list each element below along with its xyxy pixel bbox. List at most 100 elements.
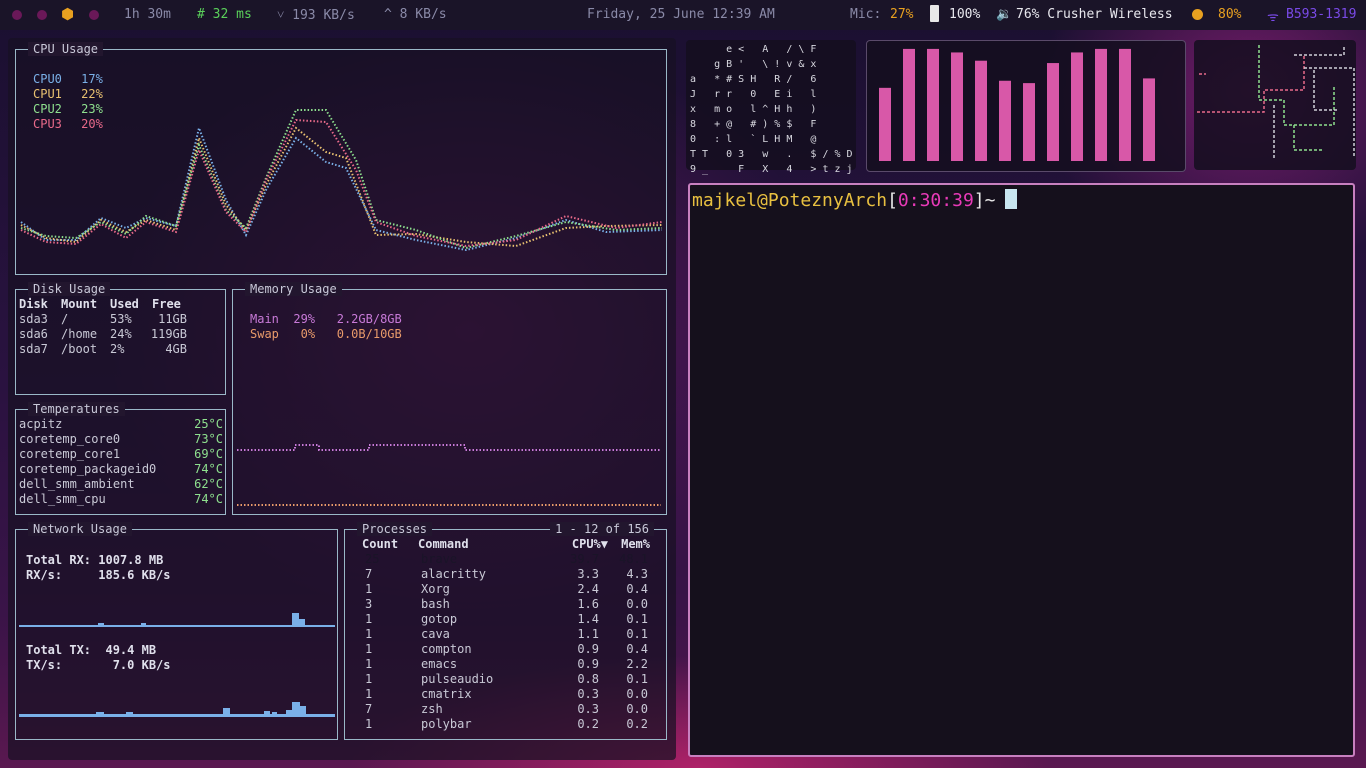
datetime: Friday, 25 June 12:39 AM bbox=[587, 7, 775, 22]
process-count: 3 bbox=[365, 597, 373, 611]
process-count: 1 bbox=[365, 687, 373, 701]
sensor-value: 69°C bbox=[194, 447, 223, 461]
sensor-value: 74°C bbox=[194, 492, 223, 506]
sensor-name: dell_smm_cpu bbox=[19, 492, 106, 506]
prompt-path: ~ bbox=[984, 190, 996, 211]
process-col-header: Mem% bbox=[621, 537, 650, 551]
mic-value[interactable]: 27% bbox=[890, 7, 913, 22]
upload-rate: ^ 8 KB/s bbox=[384, 7, 447, 22]
cpu-core-name: CPU2 bbox=[33, 102, 62, 116]
cpu-core-name: CPU3 bbox=[33, 117, 62, 131]
process-command: alacritty bbox=[421, 567, 487, 581]
pipes-art bbox=[1197, 45, 1355, 158]
network-sparklines bbox=[19, 613, 335, 717]
volume-icon[interactable]: 🔉 bbox=[996, 7, 1012, 22]
cpu-core-name: CPU1 bbox=[33, 87, 62, 101]
process-cpu: 3.3 bbox=[577, 567, 599, 581]
process-cpu: 0.9 bbox=[577, 642, 599, 656]
ping: # 32 ms bbox=[197, 7, 252, 22]
cava-bar bbox=[951, 52, 963, 161]
sensor-name: acpitz bbox=[19, 417, 63, 431]
process-mem: 2.2 bbox=[626, 657, 648, 671]
sensor-value: 73°C bbox=[194, 432, 223, 446]
prompt-user: majkel@PoteznyArch bbox=[692, 190, 888, 211]
process-mem: 4.3 bbox=[626, 567, 648, 581]
disk-used: 53% bbox=[110, 312, 132, 326]
terminal-window[interactable]: majkel@PoteznyArch[0:30:39]~ bbox=[688, 183, 1355, 757]
memory-panel: Memory Usage Main 29% 2.2GB/8GB Swap 0% … bbox=[232, 282, 667, 515]
process-mem: 0.0 bbox=[626, 702, 648, 716]
process-col-header: Count bbox=[362, 537, 399, 551]
process-command: zsh bbox=[421, 702, 443, 716]
disk-used: 24% bbox=[110, 327, 132, 341]
process-command: gotop bbox=[421, 612, 458, 626]
process-mem: 0.1 bbox=[626, 627, 648, 641]
cpu-legend-item: CPU2 23% bbox=[33, 102, 103, 117]
process-cpu: 1.1 bbox=[577, 627, 599, 641]
cava-bar bbox=[1023, 83, 1035, 161]
process-count: 1 bbox=[365, 627, 373, 641]
sensor-name: dell_smm_ambient bbox=[19, 477, 135, 491]
process-count: 1 bbox=[365, 612, 373, 626]
disk-free: 4GB bbox=[165, 342, 187, 356]
cava-visualizer bbox=[879, 48, 1155, 162]
workspace-dot-4[interactable] bbox=[89, 10, 99, 20]
disk-mount: / bbox=[61, 312, 69, 326]
cava-bar bbox=[1119, 48, 1131, 161]
process-command: polybar bbox=[421, 717, 472, 731]
cava-bar bbox=[903, 48, 915, 161]
cpu-core-value: 23% bbox=[81, 102, 103, 116]
process-mem: 48.1 bbox=[619, 552, 648, 566]
cpu-core-value: 22% bbox=[81, 87, 103, 101]
process-command: brave bbox=[421, 552, 458, 566]
cava-bar bbox=[927, 48, 939, 161]
process-mem: 0.0 bbox=[626, 597, 648, 611]
processes-range: 1 - 12 of 156 bbox=[550, 522, 654, 536]
process-col-header: Command bbox=[418, 537, 469, 551]
download-rate: ˅ 193 KB/s bbox=[277, 8, 355, 23]
process-cpu: 2.4 bbox=[577, 582, 599, 596]
top-bar: ⬢ 1h 30m # 32 ms ˅ 193 KB/s ^ 8 KB/s Fri… bbox=[0, 0, 1366, 30]
disk-mount: /home bbox=[61, 327, 98, 341]
disk-col-header: Disk bbox=[19, 297, 48, 311]
disk-name: sda3 bbox=[19, 312, 48, 326]
process-count: 25 bbox=[365, 552, 380, 566]
process-cpu: 1.4 bbox=[577, 612, 599, 626]
disk-title: Disk Usage bbox=[28, 282, 111, 296]
battery-value: 100% bbox=[949, 7, 981, 22]
process-count: 1 bbox=[365, 582, 373, 596]
cpu-panel: CPU Usage CPU0 17% CPU1 22% CPU2 23% CPU3 2… bbox=[15, 42, 667, 275]
pipes-window bbox=[1194, 40, 1356, 170]
process-count: 1 bbox=[365, 642, 373, 656]
cava-bar bbox=[975, 60, 987, 162]
process-command: cava bbox=[421, 627, 450, 641]
process-command: cmatrix bbox=[421, 687, 472, 701]
processes-title: Processes bbox=[357, 522, 433, 536]
workspace-dot-2[interactable] bbox=[37, 10, 47, 20]
process-cpu: 0.9 bbox=[577, 657, 599, 671]
workspace-dot-1[interactable] bbox=[12, 10, 22, 20]
process-count: 7 bbox=[365, 567, 373, 581]
workspace-active-icon[interactable]: ⬢ bbox=[61, 5, 74, 23]
disk-col-header: Free bbox=[152, 297, 181, 311]
process-command: bash bbox=[421, 597, 450, 611]
prompt-time: 0:30:39 bbox=[897, 190, 974, 211]
process-mem: 0.0 bbox=[626, 687, 648, 701]
volume-value[interactable]: 76% Crusher Wireless bbox=[1016, 7, 1173, 22]
cava-bar bbox=[1143, 78, 1155, 161]
cpu-core-name: CPU0 bbox=[33, 72, 62, 86]
prompt-close-bracket: ] bbox=[973, 190, 985, 211]
disk-col-header: Used bbox=[110, 297, 139, 311]
process-count: 1 bbox=[365, 672, 373, 686]
disk-col-header: Mount bbox=[61, 297, 98, 311]
cpu-legend-item: CPU0 17% bbox=[33, 72, 103, 87]
brightness-value[interactable]: 80% bbox=[1218, 7, 1241, 22]
wifi-name[interactable]: B593-1319 bbox=[1286, 7, 1356, 22]
wifi-icon: ᯤ bbox=[1267, 10, 1279, 25]
sensor-name: coretemp_packageid0 bbox=[19, 462, 157, 476]
cpu-core-value: 17% bbox=[81, 72, 103, 86]
brightness-icon bbox=[1192, 9, 1203, 20]
terminal-cursor[interactable] bbox=[1005, 189, 1018, 209]
temperatures-panel: Temperatures acpitz 25°C coretemp_core0 73°… bbox=[15, 402, 226, 515]
cmatrix-text: e < A / \ F g B ' \ ! v & x a * # S H R … bbox=[690, 44, 853, 175]
